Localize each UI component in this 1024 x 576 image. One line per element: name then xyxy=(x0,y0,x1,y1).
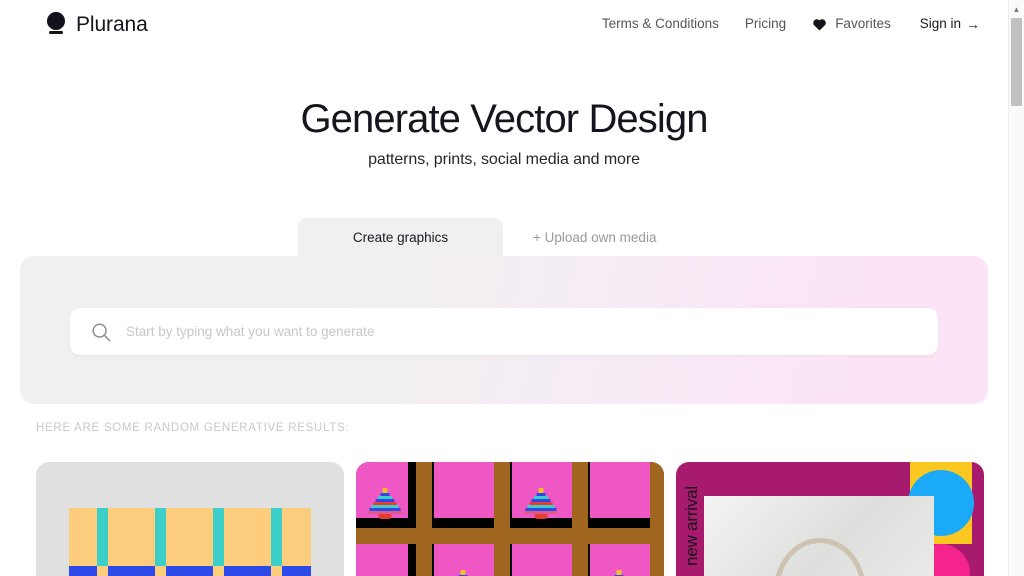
results-grid: new arrival xyxy=(36,462,984,576)
tab-upload-own-media[interactable]: + Upload own media xyxy=(503,218,686,256)
mode-tabs: Create graphics + Upload own media xyxy=(298,218,686,256)
page-root: Plurana Terms & Conditions Pricing Favor… xyxy=(0,0,1008,576)
main-nav: Terms & Conditions Pricing Favorites Sig… xyxy=(589,16,994,31)
page-subtitle: patterns, prints, social media and more xyxy=(368,151,640,169)
tree-motif xyxy=(368,488,402,519)
result-card-new-arrival[interactable]: new arrival xyxy=(676,462,984,576)
search-input[interactable] xyxy=(126,324,922,339)
nav-link-pricing[interactable]: Pricing xyxy=(732,17,799,31)
page-title: Generate Vector Design xyxy=(300,97,708,141)
white-sheet xyxy=(704,496,934,576)
circle-dot-logo-icon xyxy=(46,11,66,37)
site-header: Plurana Terms & Conditions Pricing Favor… xyxy=(0,0,1008,56)
scrollbar-thumb[interactable] xyxy=(1011,18,1022,106)
search-box[interactable] xyxy=(70,308,938,355)
brand-name: Plurana xyxy=(76,12,148,36)
nav-favorites-label: Favorites xyxy=(835,16,891,31)
sign-in-label: Sign in xyxy=(919,16,961,31)
plaid-artwork xyxy=(69,508,311,576)
nav-link-favorites[interactable]: Favorites xyxy=(799,16,904,31)
nav-link-terms[interactable]: Terms & Conditions xyxy=(589,17,732,31)
arrow-right-icon: → xyxy=(966,15,980,32)
search-icon xyxy=(92,322,111,341)
tab-create-graphics[interactable]: Create graphics xyxy=(298,218,503,256)
tree-motif xyxy=(524,488,558,519)
generator-panel xyxy=(20,256,988,404)
pink-grid-artwork xyxy=(356,462,664,576)
result-card-pink-grid[interactable] xyxy=(356,462,664,576)
results-label: HERE ARE SOME RANDOM GENERATIVE RESULTS: xyxy=(36,422,350,434)
hero-section: Generate Vector Design patterns, prints,… xyxy=(0,96,1008,169)
tree-motif xyxy=(446,570,480,576)
scroll-up-arrow-icon[interactable]: ▲ xyxy=(1009,2,1024,16)
heart-icon xyxy=(813,18,826,30)
ring-motif xyxy=(774,538,866,576)
result-card-plaid-pattern[interactable] xyxy=(36,462,344,576)
brand-logo[interactable]: Plurana xyxy=(46,11,148,37)
tree-motif xyxy=(602,570,636,576)
sign-in-button[interactable]: Sign in → xyxy=(904,16,994,31)
new-arrival-text: new arrival xyxy=(682,486,701,566)
page-scrollbar[interactable]: ▲ xyxy=(1008,0,1024,576)
